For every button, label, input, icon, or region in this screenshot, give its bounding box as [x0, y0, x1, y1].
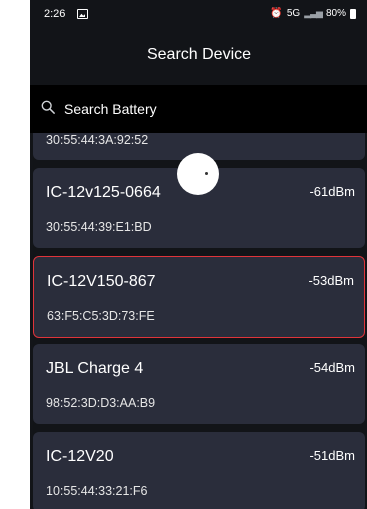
device-card[interactable]: IC-12V20 -51dBm 10:55:44:33:21:F6	[33, 432, 365, 509]
battery-percent: 80%	[325, 8, 346, 19]
battery-icon	[350, 8, 356, 19]
search-input[interactable]: Search Battery	[64, 101, 157, 117]
alarm-icon: ⏰	[270, 8, 283, 19]
device-rssi: -51dBm	[309, 448, 355, 463]
device-mac: 10:55:44:33:21:F6	[46, 484, 148, 498]
status-bar: 2:26 ⏰ 5G ▂▃▅ 80%	[30, 0, 367, 30]
signal-icon: ▂▃▅	[304, 8, 323, 18]
device-mac-partial: 30:55:44:3A:92:52	[46, 133, 149, 147]
search-bar[interactable]: Search Battery	[30, 85, 367, 133]
touch-indicator	[177, 153, 219, 195]
device-mac: 30:55:44:39:E1:BD	[46, 220, 152, 234]
device-rssi: -61dBm	[309, 184, 355, 199]
device-name: IC-12V150-867	[47, 273, 156, 290]
device-mac: 98:52:3D:D3:AA:B9	[46, 396, 156, 410]
device-name: JBL Charge 4	[46, 360, 144, 377]
image-notification-icon	[77, 9, 88, 19]
page-title: Search Device	[146, 46, 252, 63]
phone-screen: 30:55:44:3A:92:52 IC-12v125-0664 -61dBm …	[30, 0, 367, 509]
device-name: IC-12V20	[46, 448, 114, 465]
search-icon	[41, 100, 55, 114]
device-mac: 63:F5:C5:3D:73:FE	[47, 309, 155, 323]
device-list[interactable]: 30:55:44:3A:92:52 IC-12v125-0664 -61dBm …	[30, 0, 367, 509]
device-rssi: -54dBm	[309, 360, 355, 375]
device-card[interactable]: JBL Charge 4 -54dBm 98:52:3D:D3:AA:B9	[33, 344, 365, 424]
status-indicators: ⏰ 5G ▂▃▅ 80%	[270, 8, 356, 19]
device-name: IC-12v125-0664	[46, 184, 161, 201]
device-card-selected[interactable]: IC-12V150-867 -53dBm 63:F5:C5:3D:73:FE	[33, 256, 365, 338]
device-rssi: -53dBm	[308, 273, 354, 288]
status-time: 2:26	[44, 8, 66, 20]
network-type: 5G	[286, 8, 301, 19]
